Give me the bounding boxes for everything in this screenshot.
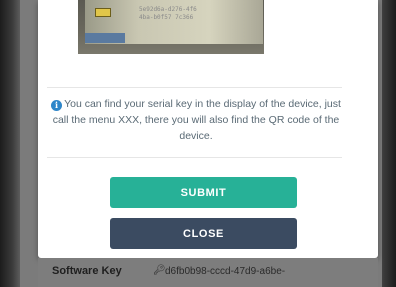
device-label-sticker [95, 8, 111, 17]
device-blue-bar [85, 33, 125, 43]
device-photo: 5e92d6a-d276-4f6 4ba-b0f57 7c366 [78, 0, 264, 54]
serial-key-hint-text: You can find your serial key in the disp… [52, 98, 341, 142]
software-key-label: Software Key [52, 265, 122, 277]
divider-bottom [47, 157, 342, 158]
device-display-photo: 5e92d6a-d276-4f6 4ba-b0f57 7c366 [85, 0, 263, 44]
serial-key-hint: i You can find your serial key in the dis… [50, 96, 342, 144]
divider-top [47, 87, 342, 88]
submit-button[interactable]: SUBMIT [110, 177, 297, 208]
software-key-value: d6fb0b98-cccd-47d9-a6be- [165, 266, 286, 277]
info-circle-icon: i [51, 100, 63, 111]
device-serial-text: 5e92d6a-d276-4f6 4ba-b0f57 7c366 [139, 6, 197, 21]
close-button[interactable]: CLOSE [110, 218, 297, 249]
key-icon: 🔑︎ [153, 265, 166, 276]
